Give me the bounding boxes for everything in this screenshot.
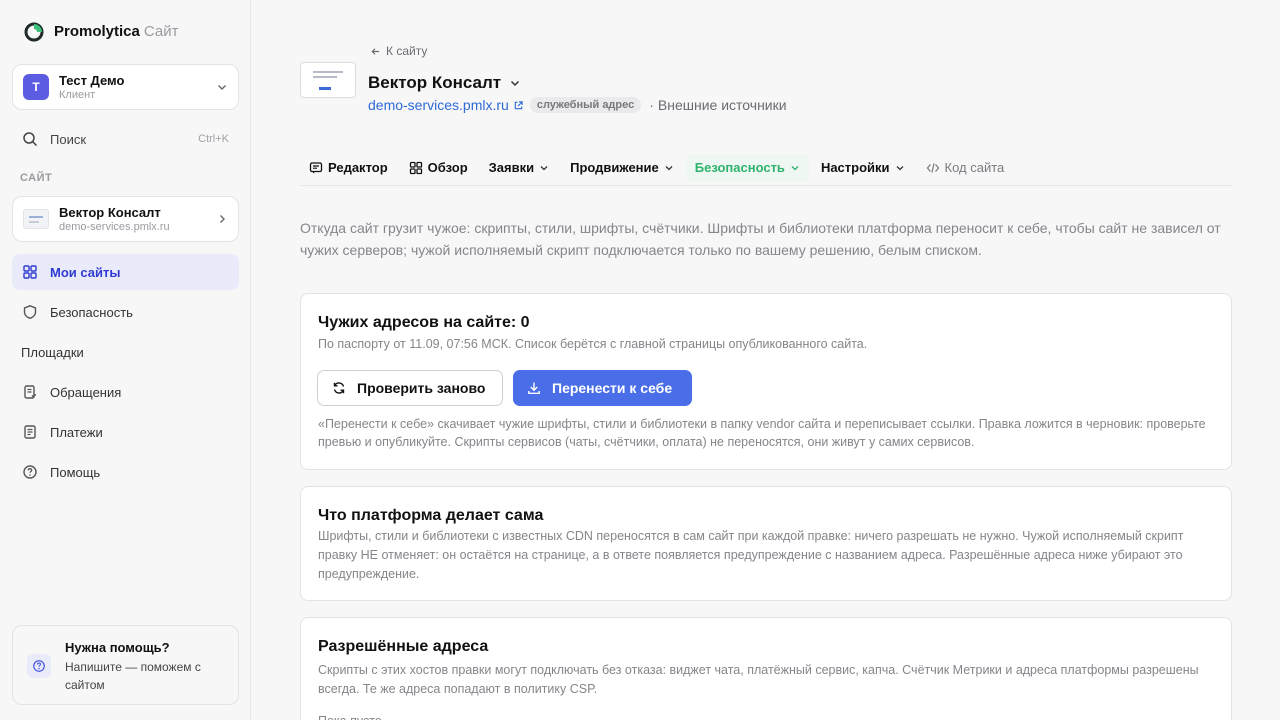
sidebar-item-label: Мои сайты	[50, 264, 121, 280]
help-card-title: Нужна помощь?	[65, 640, 170, 655]
external-link-icon[interactable]	[513, 100, 524, 111]
search-shortcut: Ctrl+K	[198, 133, 229, 145]
tab-label: Настройки	[820, 160, 890, 175]
promolytica-logo-icon	[24, 22, 44, 42]
transfer-note: «Перенести к себе» скачивает чужие шрифт…	[318, 417, 1206, 449]
chevron-down-icon	[511, 80, 520, 87]
current-site-card[interactable]: Вектор Консалт demo-services.pmlx.ru	[12, 196, 239, 242]
search-label: Поиск	[50, 131, 87, 147]
tab-label: Заявки	[488, 160, 535, 175]
tab-label: Код сайта	[944, 160, 1005, 175]
help-card-icon	[27, 654, 51, 678]
site-domain-link[interactable]: demo-services.pmlx.ru	[368, 97, 509, 113]
tab-editor[interactable]: Редактор	[300, 154, 397, 182]
back-to-site-link[interactable]: К сайту	[370, 44, 427, 58]
card-title: Чужих адресов на сайте: 0	[318, 314, 530, 331]
arrow-left-icon	[371, 47, 380, 55]
card-subtitle: По паспорту от 11.09, 07:56 МСК. Список …	[318, 337, 868, 351]
tab-settings[interactable]: Настройки	[812, 154, 914, 182]
sidebar-item-help[interactable]: Помощь	[12, 454, 239, 490]
page-intro: Откуда сайт грузит чужое: скрипты, стили…	[300, 220, 1221, 258]
empty-state-text: Пока пусто.	[318, 712, 1218, 720]
form-icon	[24, 385, 37, 399]
transfer-to-self-button[interactable]: Перенести к себе	[513, 370, 692, 406]
sidebar-item-payments[interactable]: Платежи	[12, 414, 239, 450]
help-card-text: Напишите — поможем с сайтом	[65, 660, 201, 692]
chevron-down-icon	[665, 165, 673, 170]
site-preview-thumbnail	[300, 62, 356, 98]
receipt-icon	[24, 425, 36, 439]
shield-icon	[23, 305, 37, 320]
tab-security[interactable]: Безопасность	[685, 153, 809, 182]
search-icon	[23, 132, 38, 147]
card-text: Скрипты с этих хостов правки могут подкл…	[318, 663, 1199, 696]
back-label: К сайту	[386, 44, 428, 58]
avatar: T	[23, 74, 49, 100]
chevron-down-icon	[791, 165, 799, 170]
current-site-domain: demo-services.pmlx.ru	[59, 220, 170, 233]
platform-auto-card: Что платформа делает сама Шрифты, стили …	[300, 486, 1232, 601]
tab-site-code[interactable]: Код сайта	[917, 154, 1014, 182]
current-site-name: Вектор Консалт	[59, 204, 161, 220]
help-icon	[23, 465, 37, 479]
sidebar-item-security[interactable]: Безопасность	[12, 294, 239, 330]
account-role: Клиент	[59, 88, 96, 101]
sidebar-item-label: Обращения	[50, 384, 122, 400]
site-tabs: Редактор Обзор Заявки Продвижение Безопа…	[300, 150, 1232, 186]
tab-requests[interactable]: Заявки	[480, 154, 558, 182]
separator-dot: ·	[649, 97, 654, 113]
site-meta: demo-services.pmlx.ru служебный адрес · …	[368, 97, 787, 113]
card-title: Разрешённые адреса	[318, 638, 489, 655]
transfer-label: Перенести к себе	[552, 380, 673, 396]
main-content: К сайту Вектор Консалт demo-services.pml…	[252, 0, 1280, 720]
chevron-down-icon	[896, 165, 903, 170]
card-title: Что платформа делает сама	[318, 507, 544, 524]
account-name: Тест Демо	[59, 72, 125, 88]
recheck-button[interactable]: Проверить заново	[317, 370, 503, 406]
site-thumbnail	[23, 209, 49, 229]
sidebar-item-label: Площадки	[21, 344, 84, 360]
brand-suffix: Сайт	[143, 23, 179, 40]
tab-overview[interactable]: Обзор	[400, 154, 477, 182]
service-address-badge: служебный адрес	[529, 97, 642, 113]
brand-name: Promolytica	[54, 23, 140, 40]
chevron-down-icon	[540, 165, 548, 170]
tab-promotion[interactable]: Продвижение	[561, 154, 683, 182]
overview-icon	[409, 161, 422, 174]
sidebar-item-my-sites[interactable]: Мои сайты	[12, 254, 239, 290]
tab-label: Обзор	[427, 160, 468, 175]
chevron-down-icon	[218, 85, 226, 90]
site-switcher[interactable]: Вектор Консалт	[368, 73, 521, 93]
sidebar-item-label: Помощь	[50, 464, 101, 480]
download-icon	[528, 382, 540, 394]
search-button[interactable]: Поиск Ctrl+K	[12, 124, 239, 154]
foreign-addresses-card: Чужих адресов на сайте: 0 По паспорту от…	[300, 293, 1232, 470]
grid-icon	[23, 265, 37, 279]
editor-icon	[309, 161, 323, 173]
sidebar-item-requests[interactable]: Обращения	[12, 374, 239, 410]
page-title: Вектор Консалт	[368, 73, 502, 92]
recheck-label: Проверить заново	[357, 380, 486, 396]
tab-label: Редактор	[328, 160, 388, 175]
sidebar-section-label: САЙТ	[20, 172, 53, 184]
sidebar: Promolytica Сайт T Тест Демо Клиент Поиск…	[0, 0, 251, 720]
account-switcher[interactable]: T Тест Демо Клиент	[12, 64, 239, 110]
sidebar-item-label: Платежи	[50, 424, 103, 440]
sidebar-item-platforms[interactable]: Площадки	[12, 334, 239, 370]
chevron-right-icon	[220, 215, 225, 223]
card-text: Шрифты, стили и библиотеки с известных C…	[318, 529, 1184, 581]
code-icon	[926, 162, 939, 173]
tab-label: Продвижение	[570, 160, 659, 175]
sidebar-item-label: Безопасность	[50, 304, 133, 320]
refresh-icon	[333, 382, 345, 394]
external-sources-label: Внешние источники	[657, 97, 787, 113]
help-card[interactable]: Нужна помощь? Напишите — поможем с сайто…	[12, 625, 239, 705]
allowed-addresses-card: Разрешённые адреса Скрипты с этих хостов…	[300, 617, 1232, 720]
brand[interactable]: Promolytica Сайт	[24, 22, 178, 42]
tab-label: Безопасность	[694, 160, 785, 175]
